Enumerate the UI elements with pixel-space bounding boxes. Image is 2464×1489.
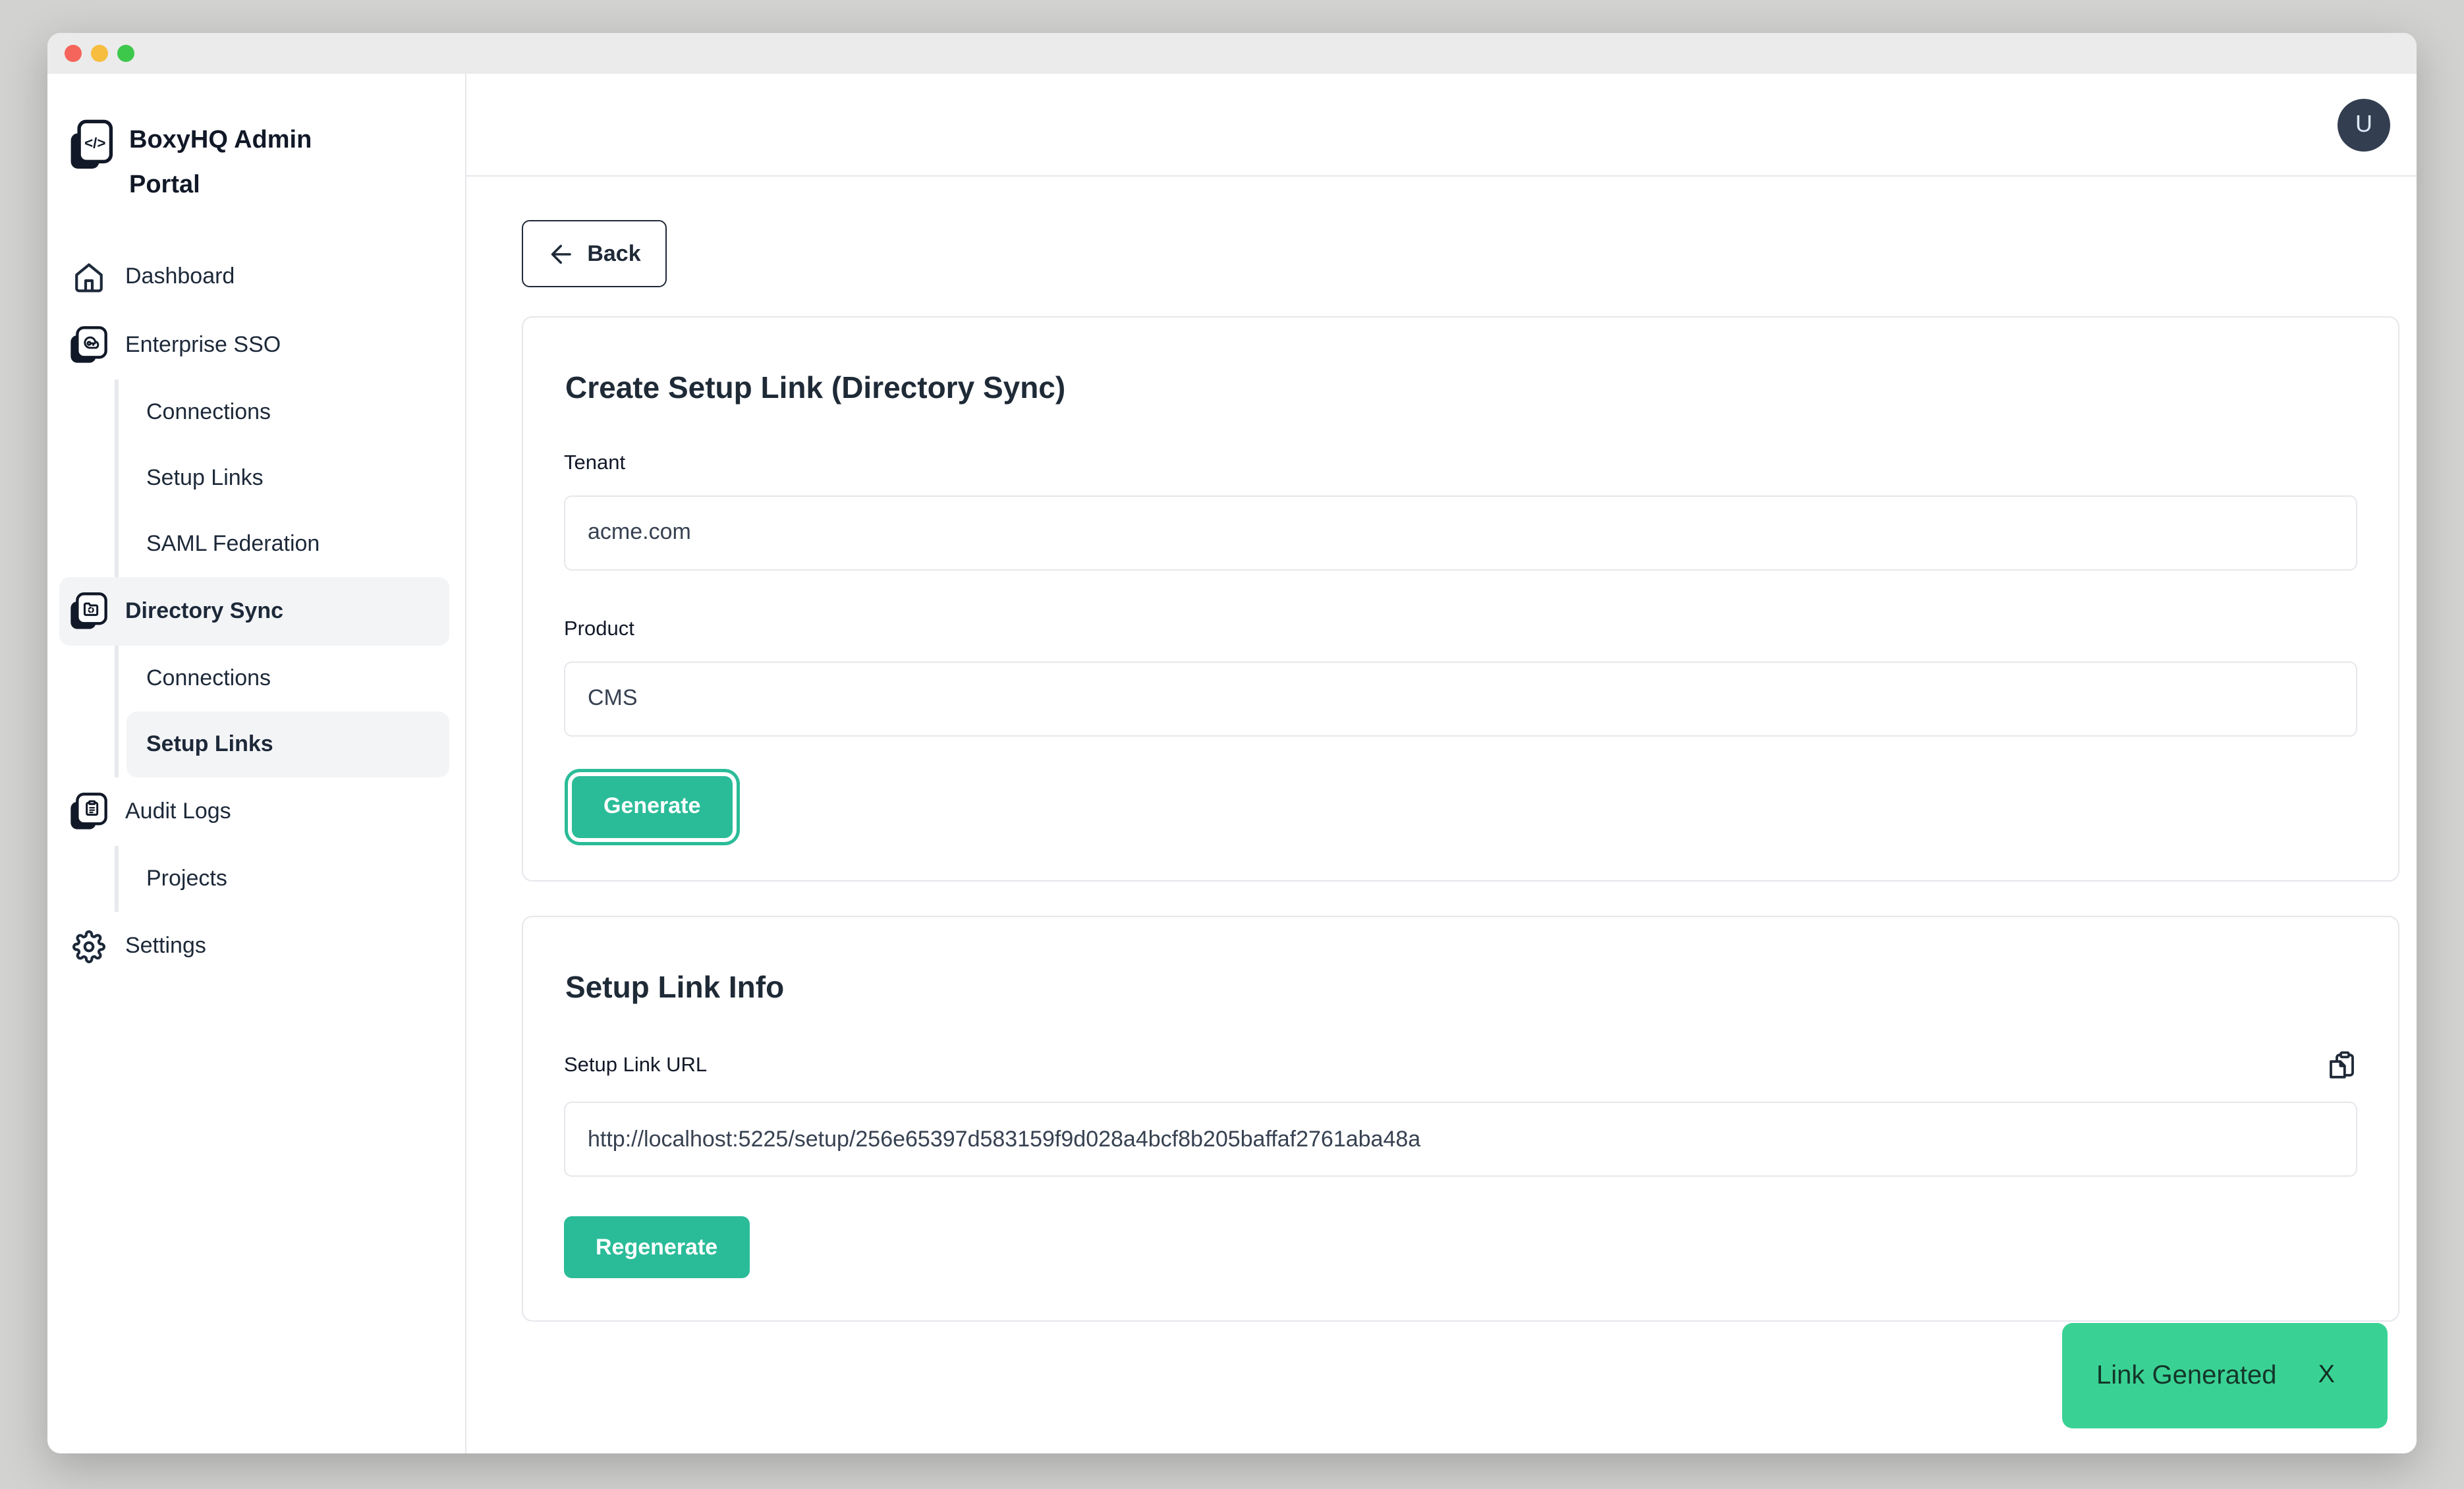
sidebar-item-sso-setup-links[interactable]: Setup Links (126, 445, 449, 511)
avatar-initial: U (2355, 111, 2372, 138)
sidebar-item-dsync-connections[interactable]: Connections (126, 646, 449, 712)
sidebar: </> BoxyHQ Admin Portal Dashboard (47, 74, 466, 1453)
sidebar-item-dashboard[interactable]: Dashboard (59, 242, 449, 311)
sso-cloud-key-keycap-icon (69, 325, 108, 365)
arrow-left-icon (547, 240, 574, 267)
page-content: Back Create Setup Link (Directory Sync) … (466, 177, 2417, 1453)
setup-link-info-card: Setup Link Info Setup Link URL (522, 915, 2399, 1322)
sidebar-item-label: Dashboard (125, 264, 235, 290)
sidebar-item-label: Directory Sync (125, 598, 283, 625)
sidebar-item-label: Setup Links (146, 731, 273, 758)
product-input[interactable] (564, 661, 2357, 736)
sidebar-item-label: Connections (146, 399, 271, 426)
sidebar-item-saml-federation[interactable]: SAML Federation (126, 511, 449, 577)
sidebar-item-label: Settings (125, 933, 206, 959)
card-title: Setup Link Info (565, 969, 2357, 1005)
directory-sync-subgroup: Connections Setup Links (115, 646, 449, 777)
product-label: Product (564, 617, 2357, 641)
sidebar-item-label: Connections (146, 665, 271, 692)
sidebar-item-projects[interactable]: Projects (126, 846, 449, 912)
toast-link-generated: Link Generated X (2062, 1323, 2388, 1428)
back-button[interactable]: Back (522, 220, 667, 287)
back-button-label: Back (587, 240, 640, 267)
tenant-input[interactable] (564, 495, 2357, 570)
gear-icon (69, 926, 108, 966)
toast-message: Link Generated (2096, 1361, 2277, 1391)
sidebar-item-directory-sync[interactable]: Directory Sync (59, 577, 449, 646)
home-icon (69, 257, 108, 296)
main-area: U Back Create Setup Link (D (466, 74, 2417, 1453)
setup-link-url-input[interactable] (564, 1102, 2357, 1177)
top-header: U (466, 74, 2417, 177)
folder-sync-keycap-icon (69, 592, 108, 631)
card-title: Create Setup Link (Directory Sync) (565, 370, 2357, 407)
sidebar-item-audit-logs[interactable]: Audit Logs (59, 777, 449, 846)
app-window: </> BoxyHQ Admin Portal Dashboard (47, 33, 2417, 1453)
setup-link-url-label: Setup Link URL (564, 1054, 707, 1078)
sidebar-item-label: SAML Federation (146, 531, 320, 557)
audit-logs-subgroup: Projects (115, 846, 449, 912)
avatar[interactable]: U (2338, 98, 2390, 151)
enterprise-sso-subgroup: Connections Setup Links SAML Federation (115, 379, 449, 577)
copy-clipboard-icon[interactable] (2326, 1050, 2357, 1082)
generate-button[interactable]: Generate (572, 775, 732, 837)
svg-text:</>: </> (84, 135, 105, 152)
create-setup-link-card: Create Setup Link (Directory Sync) Tenan… (522, 316, 2399, 881)
clipboard-keycap-icon (69, 792, 108, 831)
sidebar-item-dsync-setup-links[interactable]: Setup Links (126, 712, 449, 777)
close-window-button[interactable] (65, 45, 82, 62)
sidebar-item-label: Enterprise SSO (125, 332, 281, 358)
minimize-window-button[interactable] (91, 45, 108, 62)
code-keycap-icon: </> (69, 119, 113, 174)
sidebar-item-label: Projects (146, 866, 227, 892)
tenant-label: Tenant (564, 451, 2357, 475)
app-logo[interactable]: </> BoxyHQ Admin Portal (59, 119, 449, 208)
app-title: BoxyHQ Admin Portal (129, 119, 340, 208)
sidebar-item-label: Audit Logs (125, 799, 231, 825)
sidebar-item-enterprise-sso[interactable]: Enterprise SSO (59, 311, 449, 379)
desktop: </> BoxyHQ Admin Portal Dashboard (0, 0, 2464, 1489)
window-titlebar (47, 33, 2417, 74)
zoom-window-button[interactable] (117, 45, 134, 62)
sidebar-item-label: Setup Links (146, 465, 264, 492)
sidebar-item-sso-connections[interactable]: Connections (126, 379, 449, 445)
sidebar-nav: Dashboard (59, 242, 449, 980)
regenerate-button[interactable]: Regenerate (564, 1216, 749, 1278)
toast-close-button[interactable]: X (2318, 1361, 2335, 1390)
sidebar-item-settings[interactable]: Settings (59, 912, 449, 980)
